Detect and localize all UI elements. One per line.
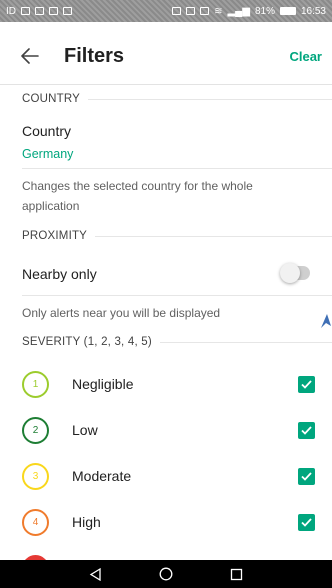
navigation-bar	[0, 560, 332, 588]
divider	[22, 295, 332, 296]
section-title: SEVERITY (1, 2, 3, 4, 5)	[22, 336, 152, 348]
severity-label: Negligible	[72, 376, 134, 392]
severity-row-3[interactable]: 3 Moderate	[0, 455, 332, 499]
notification-icon	[49, 7, 58, 15]
clear-button[interactable]: Clear	[289, 49, 322, 64]
severity-row-2[interactable]: 2 Low	[0, 409, 332, 453]
arrow-back-icon	[21, 48, 39, 64]
status-right: ≋ ▂▄▆ 81% 16:53	[172, 6, 326, 17]
severity-checkbox[interactable]	[298, 514, 315, 531]
image-notification-icon	[63, 7, 72, 15]
battery-icon	[279, 7, 296, 15]
severity-checkbox[interactable]	[298, 422, 315, 439]
nav-home-button[interactable]	[154, 564, 178, 584]
proximity-description: Only alerts near you will be displayed	[22, 306, 221, 320]
nearby-only-label: Nearby only	[22, 266, 97, 282]
country-selector[interactable]: Country Germany	[0, 115, 332, 167]
filters-list[interactable]: COUNTRY Country Germany Changes the sele…	[0, 84, 332, 560]
battery-percent: 81%	[254, 5, 275, 17]
severity-label: Low	[72, 422, 98, 438]
checkmark-icon	[301, 426, 312, 435]
pointer-cursor-icon	[321, 314, 331, 328]
severity-row-5[interactable]: 5	[0, 547, 332, 560]
notification-icon	[21, 7, 30, 15]
severity-label: Moderate	[72, 468, 132, 484]
nav-back-button[interactable]	[83, 564, 107, 584]
divider	[22, 168, 332, 169]
status-time: 16:53	[300, 5, 326, 17]
severity-checkbox[interactable]	[298, 376, 315, 393]
section-title: COUNTRY	[22, 93, 81, 105]
checkmark-icon	[301, 518, 312, 527]
section-divider	[95, 235, 332, 237]
toggle-thumb	[280, 263, 300, 283]
nav-back-icon	[89, 567, 101, 581]
status-bar: ID ≋ ▂▄▆ 81% 16:53	[0, 0, 332, 22]
severity-level-badge: 3	[22, 463, 49, 490]
country-label: Country	[22, 123, 72, 139]
status-left: ID	[6, 6, 72, 17]
alarm-icon	[200, 7, 210, 15]
section-title: PROXIMITY	[22, 230, 88, 242]
nav-home-icon	[159, 567, 173, 581]
notification-icon	[35, 7, 44, 15]
wifi-icon: ≋	[214, 5, 223, 17]
severity-label: High	[72, 514, 101, 530]
checkmark-icon	[301, 380, 312, 389]
vibrate-icon	[186, 7, 196, 15]
severity-row-4[interactable]: 4 High	[0, 501, 332, 545]
nav-recents-button[interactable]	[225, 564, 249, 584]
severity-row-1[interactable]: 1 Negligible	[0, 363, 332, 407]
app-bar: Filters Clear	[0, 22, 332, 90]
severity-level-badge: 1	[22, 371, 49, 398]
section-divider	[159, 341, 332, 343]
checkmark-icon	[301, 472, 312, 481]
page-title: Filters	[64, 44, 125, 67]
severity-level-badge: 2	[22, 417, 49, 444]
nav-recents-icon	[230, 568, 243, 580]
signal-icon: ▂▄▆	[227, 5, 250, 17]
severity-checkbox[interactable]	[298, 468, 315, 485]
section-header-severity: SEVERITY (1, 2, 3, 4, 5)	[22, 336, 332, 348]
section-header-proximity: PROXIMITY	[22, 230, 332, 242]
nearby-only-toggle[interactable]	[280, 263, 310, 283]
country-description: Changes the selected country for the who…	[22, 179, 253, 213]
section-header-country: COUNTRY	[22, 93, 332, 105]
nfc-icon	[172, 7, 182, 15]
severity-level-badge: 4	[22, 509, 49, 536]
section-divider	[88, 98, 332, 100]
status-id-label: ID	[6, 5, 16, 17]
back-button[interactable]	[6, 32, 54, 80]
country-value: Germany	[22, 147, 74, 161]
